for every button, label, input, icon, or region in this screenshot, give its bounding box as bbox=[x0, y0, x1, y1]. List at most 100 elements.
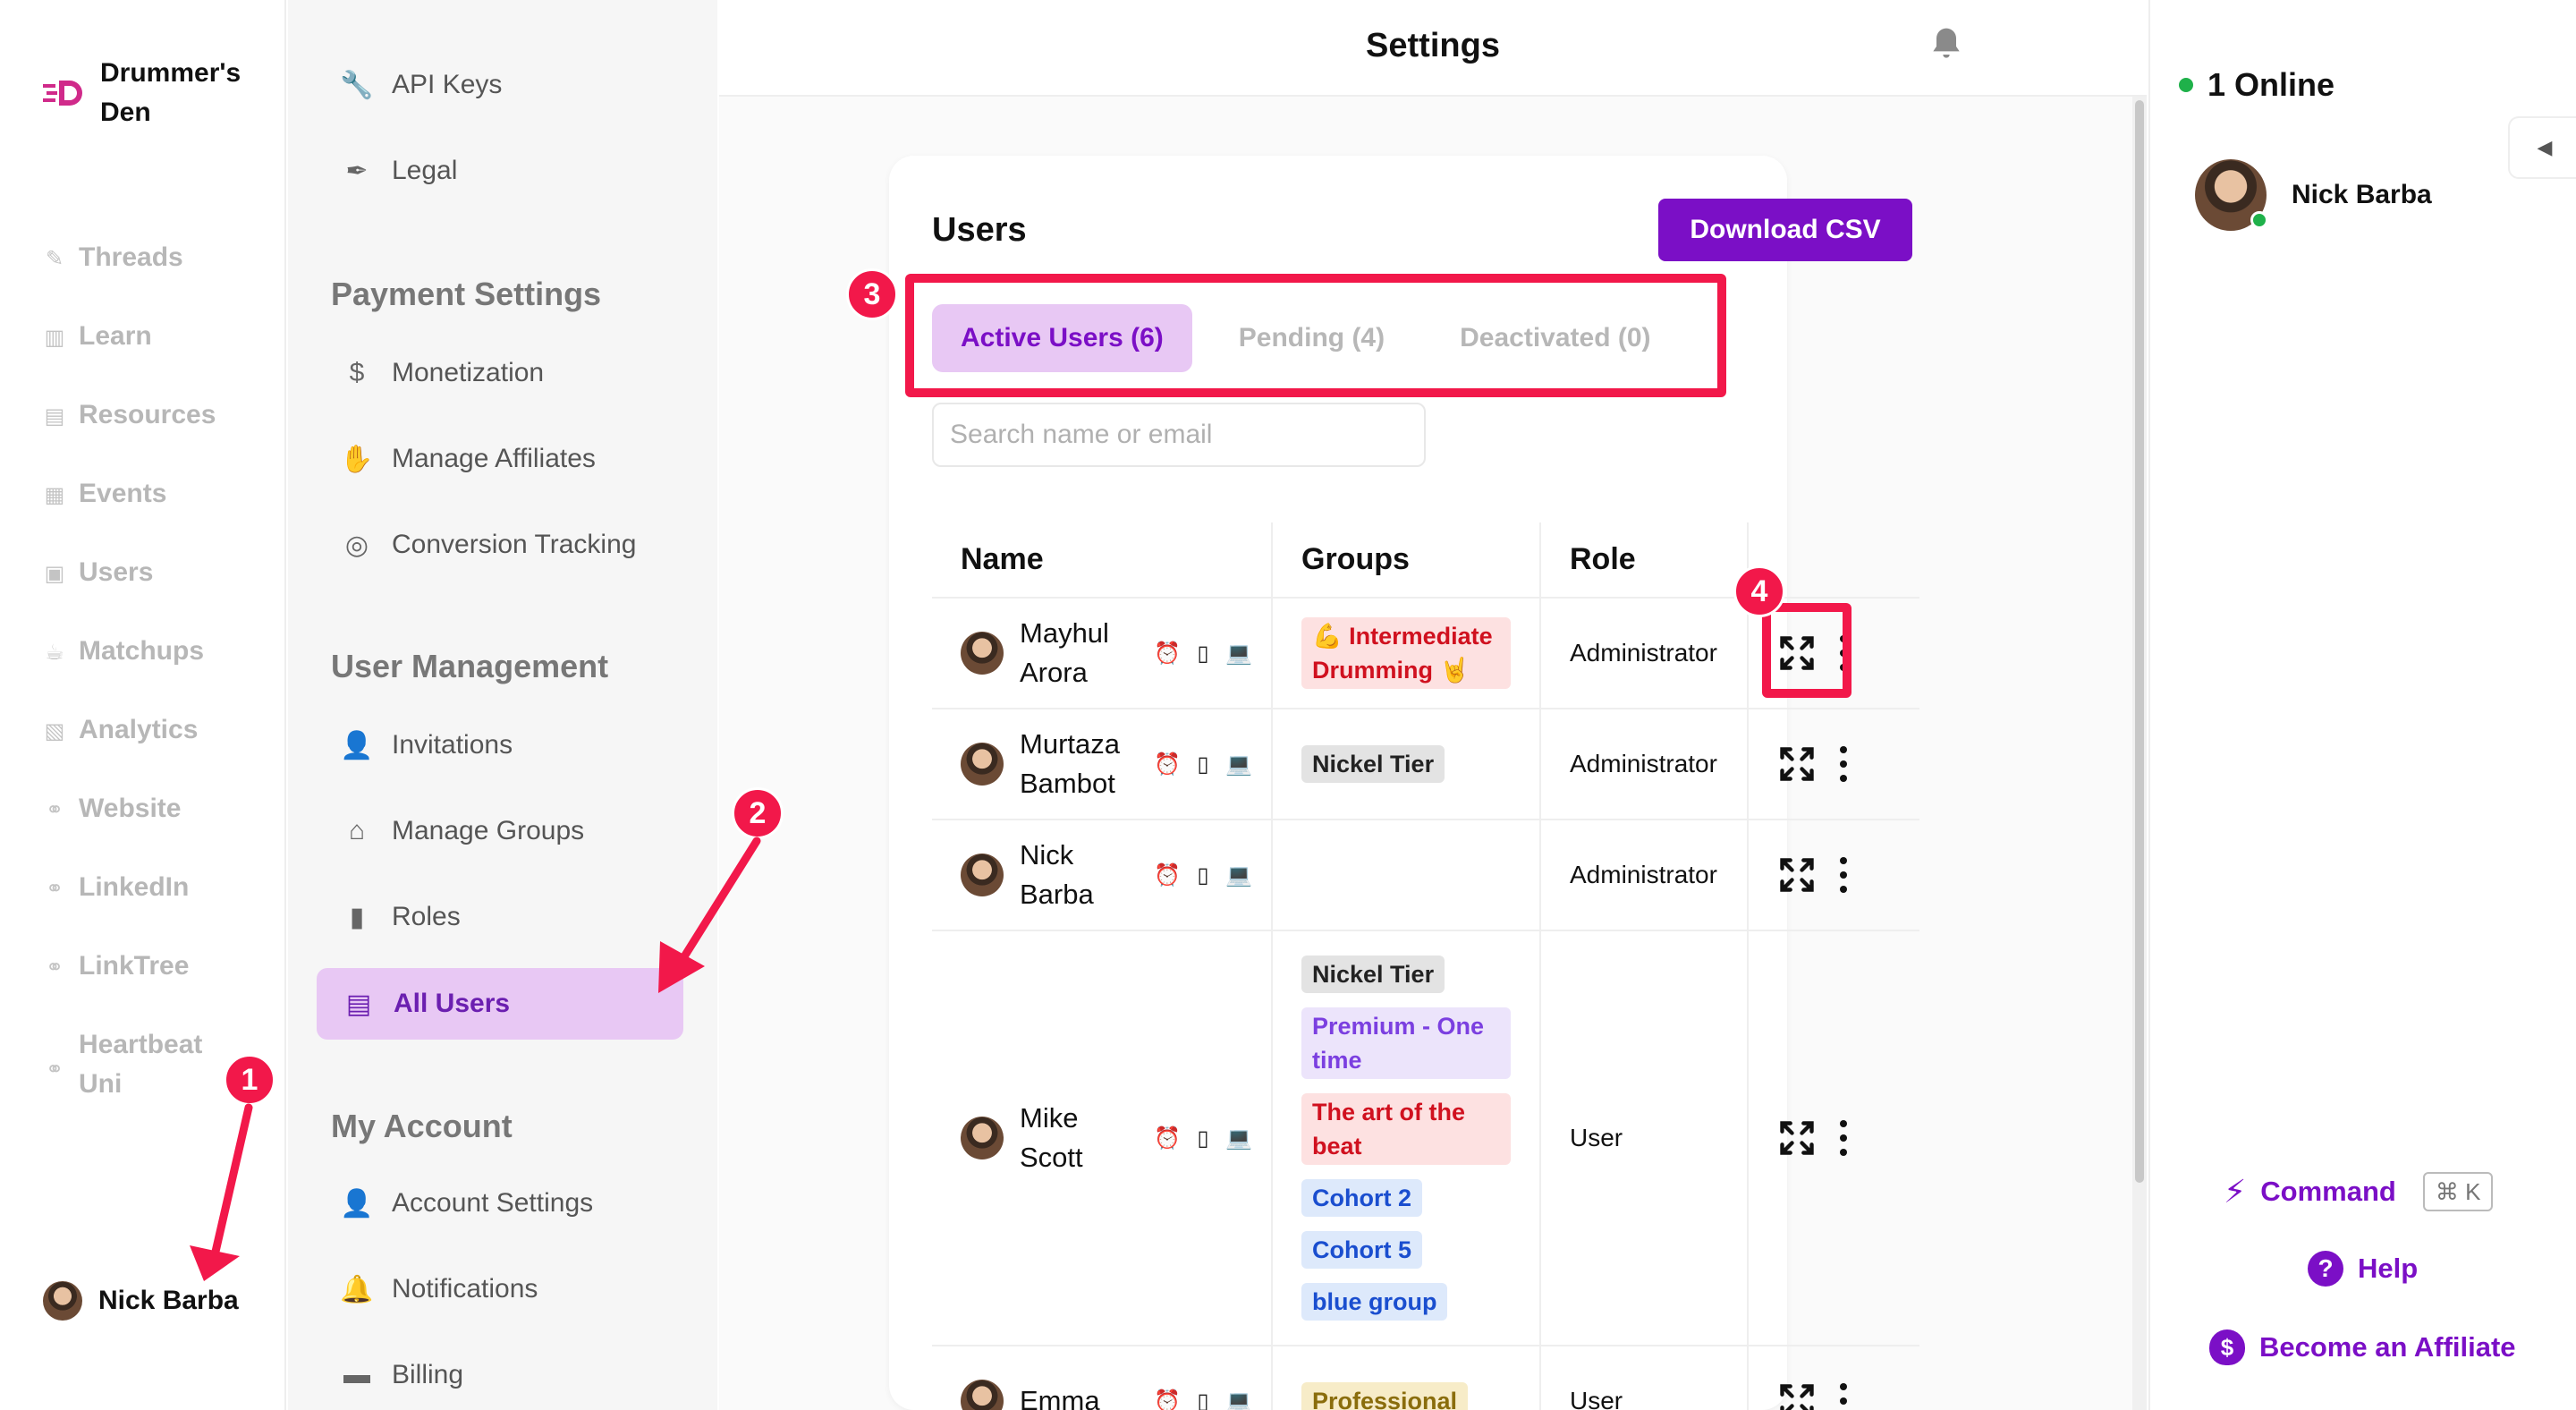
annotation-box-expand bbox=[1762, 603, 1852, 698]
settings-item-account-settings[interactable]: 👤 Account Settings bbox=[340, 1188, 594, 1219]
group-tag: Cohort 5 bbox=[1301, 1231, 1422, 1269]
annotation-badge-4: 4 bbox=[1733, 565, 1785, 617]
user-card-icon: ▣ bbox=[44, 561, 65, 586]
left-navigation: Drummer's Den ✎ Threads ▥ Learn ▤ Resources… bbox=[0, 0, 286, 1410]
brand[interactable]: Drummer's Den bbox=[43, 54, 270, 132]
nav-heartbeat-uni[interactable]: ⚭ Heartbeat Uni bbox=[43, 1030, 240, 1104]
settings-item-all-users[interactable]: ▤ All Users bbox=[317, 968, 683, 1040]
online-panel: 1 Online Nick Barba ◀ ⚡ Command ⌘ K ? He… bbox=[2148, 0, 2576, 1410]
alarm-icon: ⏰ bbox=[1154, 862, 1181, 888]
mug-icon: ☕ bbox=[45, 640, 64, 665]
download-csv-button[interactable]: Download CSV bbox=[1658, 199, 1912, 261]
link-icon: ⚭ bbox=[45, 1057, 64, 1082]
column-role[interactable]: Role bbox=[1540, 522, 1749, 599]
nav-analytics[interactable]: ▧ Analytics bbox=[43, 715, 199, 750]
calendar-icon: ▦ bbox=[44, 482, 65, 507]
more-options-icon[interactable] bbox=[1838, 1120, 1849, 1156]
user-name[interactable]: Nick Barba bbox=[1020, 836, 1138, 914]
header: Settings bbox=[719, 0, 2147, 97]
settings-item-roles[interactable]: ▮ Roles bbox=[342, 902, 461, 932]
settings-item-api-keys[interactable]: 🔧 API Keys bbox=[340, 70, 502, 100]
user-role: Administrator bbox=[1570, 639, 1717, 667]
user-role: Administrator bbox=[1570, 861, 1717, 888]
user-name[interactable]: Murtaza Bambot bbox=[1020, 725, 1138, 803]
current-user-menu[interactable]: Nick Barba bbox=[43, 1281, 239, 1321]
hand-coin-icon: ✋ bbox=[340, 444, 374, 474]
nav-linkedin[interactable]: ⚭ LinkedIn bbox=[43, 872, 189, 907]
command-button[interactable]: ⚡ Command ⌘ K bbox=[2224, 1172, 2494, 1211]
nav-learn[interactable]: ▥ Learn bbox=[43, 321, 152, 356]
nav-threads[interactable]: ✎ Threads bbox=[43, 242, 183, 277]
table-row[interactable]: Mike Scott ⏰ ▯ 💻 Nickel Tier Premium - On… bbox=[932, 930, 1919, 1346]
book-icon: ▮ bbox=[349, 902, 365, 932]
user-first-name: Emma bbox=[1020, 1385, 1100, 1410]
user-first-name: Nick bbox=[1020, 839, 1074, 871]
nav-users[interactable]: ▣ Users bbox=[43, 557, 154, 592]
settings-item-monetization[interactable]: $ Monetization bbox=[342, 358, 544, 388]
settings-item-invitations[interactable]: 👤 Invitations bbox=[340, 730, 513, 760]
expand-icon[interactable] bbox=[1777, 744, 1817, 784]
settings-item-manage-affiliates[interactable]: ✋ Manage Affiliates bbox=[340, 444, 596, 474]
nav-matchups[interactable]: ☕ Matchups bbox=[43, 636, 204, 671]
id-card-icon: ▤ bbox=[345, 989, 372, 1019]
settings-item-notifications[interactable]: 🔔 Notifications bbox=[340, 1274, 538, 1304]
nav-label: Analytics bbox=[79, 715, 199, 744]
document-icon: ▤ bbox=[44, 403, 65, 429]
nav-events[interactable]: ▦ Events bbox=[43, 479, 167, 514]
device-indicators: ⏰ ▯ 💻 bbox=[1154, 1125, 1252, 1151]
user-management-heading: User Management bbox=[331, 648, 609, 684]
online-dot-icon bbox=[2179, 78, 2193, 92]
become-affiliate-button[interactable]: $ Become an Affiliate bbox=[2209, 1329, 2516, 1365]
brand-name: Drummer's Den bbox=[100, 58, 242, 127]
more-options-icon[interactable] bbox=[1838, 857, 1849, 893]
scrollbar[interactable] bbox=[2132, 97, 2147, 1410]
bolt-icon: ⚡ bbox=[2224, 1173, 2247, 1210]
money-bag-icon: $ bbox=[2209, 1329, 2245, 1365]
settings-item-conversion-tracking[interactable]: ◎ Conversion Tracking bbox=[342, 530, 637, 560]
online-user[interactable]: Nick Barba bbox=[2195, 159, 2432, 231]
column-groups[interactable]: Groups bbox=[1272, 522, 1541, 599]
user-name[interactable]: Mike Scott bbox=[1020, 1099, 1138, 1177]
nav-resources[interactable]: ▤ Resources bbox=[43, 400, 216, 435]
group-tag: 💪 Intermediate Drumming 🤘 bbox=[1301, 617, 1511, 689]
online-status-icon bbox=[2250, 211, 2268, 229]
table-row[interactable]: Nick Barba ⏰ ▯ 💻 Administrator bbox=[932, 820, 1919, 931]
user-first-name: Mayhul bbox=[1020, 617, 1109, 649]
laptop-icon: 💻 bbox=[1225, 862, 1252, 888]
role-cell: Administrator bbox=[1540, 709, 1749, 820]
table-row[interactable]: Emma ⏰ ▯ 💻 Professional User bbox=[932, 1346, 1919, 1410]
more-options-icon[interactable] bbox=[1838, 746, 1849, 782]
expand-icon[interactable] bbox=[1777, 855, 1817, 895]
bell-icon[interactable] bbox=[1927, 25, 1966, 64]
user-name[interactable]: Mayhul Arora bbox=[1020, 614, 1138, 692]
nav-linktree[interactable]: ⚭ LinkTree bbox=[43, 951, 189, 986]
settings-item-label: Account Settings bbox=[392, 1188, 594, 1218]
group-tag: Nickel Tier bbox=[1301, 745, 1445, 783]
user-last-name: Scott bbox=[1020, 1142, 1083, 1173]
alarm-icon: ⏰ bbox=[1154, 1125, 1181, 1151]
settings-item-label: Manage Groups bbox=[392, 816, 585, 845]
nav-website[interactable]: ⚭ Website bbox=[43, 794, 182, 828]
card-icon: ▬ bbox=[343, 1360, 370, 1389]
mobile-icon: ▯ bbox=[1197, 641, 1209, 666]
settings-navigation: 🔧 API Keys ✒ Legal Payment Settings $ Monet… bbox=[288, 0, 717, 1410]
annotation-badge-1: 1 bbox=[224, 1054, 275, 1106]
settings-item-manage-groups[interactable]: ⌂ Manage Groups bbox=[342, 816, 584, 846]
expand-icon[interactable] bbox=[1777, 1381, 1817, 1410]
table-row[interactable]: Murtaza Bambot ⏰ ▯ 💻 Nickel Tier Adminis… bbox=[932, 709, 1919, 820]
column-name[interactable]: Name bbox=[932, 522, 1273, 599]
settings-item-legal[interactable]: ✒ Legal bbox=[342, 156, 457, 186]
name-cell: Mike Scott ⏰ ▯ 💻 bbox=[932, 930, 1273, 1346]
expand-icon[interactable] bbox=[1777, 1118, 1817, 1158]
more-options-icon[interactable] bbox=[1838, 1383, 1849, 1410]
group-tag: Professional bbox=[1301, 1382, 1469, 1410]
scrollbar-thumb[interactable] bbox=[2135, 100, 2144, 1183]
search-input[interactable] bbox=[932, 403, 1426, 467]
collapse-panel-button[interactable]: ◀ bbox=[2508, 116, 2576, 179]
annotation-badge-3: 3 bbox=[846, 268, 898, 320]
chart-icon: ▧ bbox=[44, 718, 65, 743]
user-name[interactable]: Emma bbox=[1020, 1381, 1138, 1410]
settings-item-billing[interactable]: ▬ Billing bbox=[342, 1360, 463, 1410]
link-icon: ⚭ bbox=[45, 955, 64, 980]
help-button[interactable]: ? Help bbox=[2308, 1251, 2418, 1287]
